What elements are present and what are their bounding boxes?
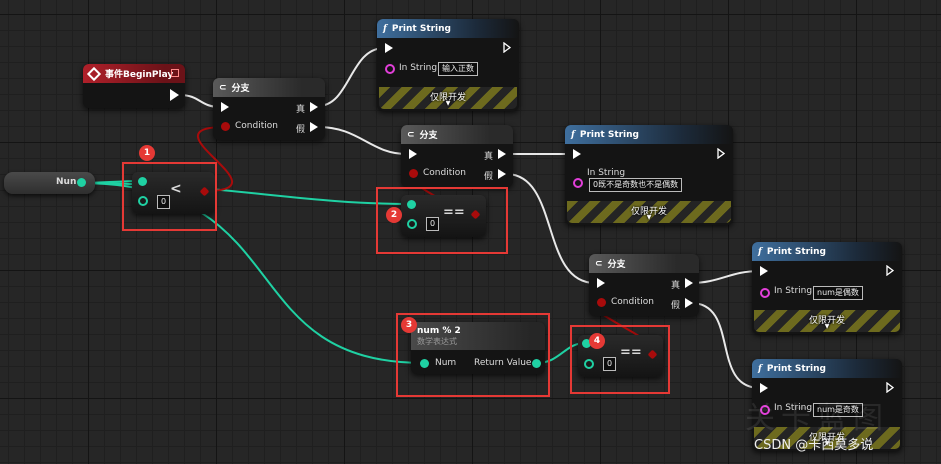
branch-false-out-pin[interactable] — [685, 298, 693, 308]
expand-arrow-icon[interactable]: ▼ — [379, 100, 517, 107]
branch-false-label: 假 — [296, 125, 306, 135]
branch-node-3[interactable]: ⊂ 分支 Condition 真 假 — [589, 254, 699, 316]
print-exec-out-pin[interactable] — [886, 265, 894, 276]
variable-nun-label: Nun — [56, 177, 77, 187]
print-exec-in-pin[interactable] — [760, 383, 768, 393]
function-icon: f — [758, 246, 762, 257]
branch-condition-label: Condition — [611, 297, 654, 307]
exec-wire — [317, 47, 385, 107]
print-string-node-1[interactable]: f Print String In String 输入正数 仅限开发 ▼ — [377, 19, 519, 111]
annotation-box-3 — [396, 313, 550, 397]
branch-true-label: 真 — [296, 105, 306, 115]
print-string-node-2[interactable]: f Print String In String 0既不是奇数也不是偶数 仅限开发… — [565, 125, 733, 225]
development-only-banner: 仅限开发 ▼ — [567, 201, 731, 223]
event-delegate-icon — [171, 69, 179, 77]
branch-icon: ⊂ — [595, 258, 603, 269]
annotation-box-4 — [570, 325, 670, 394]
branch-condition-label: Condition — [235, 121, 278, 131]
event-exec-out-pin[interactable] — [170, 89, 179, 101]
print-node-title: Print String — [766, 246, 826, 257]
branch-false-out-pin[interactable] — [498, 169, 506, 179]
development-only-banner: 仅限开发 ▼ — [379, 87, 517, 109]
function-icon: f — [571, 129, 575, 140]
branch-condition-label: Condition — [423, 168, 466, 178]
print-exec-out-pin[interactable] — [886, 382, 894, 393]
print-string-node-3[interactable]: f Print String In String num是偶数 仅限开发 ▼ — [752, 242, 902, 334]
branch-true-out-pin[interactable] — [498, 149, 506, 159]
branch-false-label: 假 — [484, 172, 494, 182]
print-string-pin[interactable] — [760, 288, 770, 298]
function-icon: f — [383, 23, 387, 34]
branch-node-title: 分支 — [231, 84, 250, 94]
branch-true-out-pin[interactable] — [685, 278, 693, 288]
branch-true-out-pin[interactable] — [310, 102, 318, 112]
function-icon: f — [758, 363, 762, 374]
print-string-pin[interactable] — [573, 178, 583, 188]
branch-icon: ⊂ — [407, 129, 415, 140]
blueprint-watermark: 关卡蓝图 — [745, 401, 889, 436]
print-node-title: Print String — [391, 23, 451, 34]
branch-false-label: 假 — [671, 301, 681, 311]
branch-icon: ⊂ — [219, 82, 227, 93]
expand-arrow-icon[interactable]: ▼ — [567, 214, 731, 221]
branch-exec-in-pin[interactable] — [409, 149, 417, 159]
annotation-box-1 — [122, 162, 217, 231]
print-in-string-label: In String — [587, 168, 626, 178]
exec-wire — [690, 302, 761, 389]
annotation-badge-2: 2 — [386, 207, 402, 223]
variable-nun-output-pin[interactable] — [77, 178, 86, 187]
annotation-badge-3: 3 — [401, 317, 417, 333]
print-exec-in-pin[interactable] — [573, 149, 581, 159]
print-node-title: Print String — [766, 363, 826, 374]
branch-condition-pin[interactable] — [597, 298, 606, 307]
branch-node-2[interactable]: ⊂ 分支 Condition 真 假 — [401, 125, 513, 187]
blueprint-graph-canvas[interactable]: Nun 事件BeginPlay ⊂ 分支 Condition 真 假 ⊂ 分支 Co… — [0, 0, 941, 464]
branch-true-label: 真 — [671, 281, 681, 291]
branch-node-title: 分支 — [607, 260, 626, 270]
csdn-credit: CSDN @卡西莫多说 — [754, 438, 874, 453]
print-string-input[interactable]: num是偶数 — [813, 286, 863, 300]
print-exec-out-pin[interactable] — [503, 42, 511, 53]
branch-true-label: 真 — [484, 152, 494, 162]
print-string-input[interactable]: 输入正数 — [438, 62, 478, 76]
branch-node-title: 分支 — [419, 131, 438, 141]
annotation-badge-1: 1 — [139, 145, 155, 161]
print-exec-in-pin[interactable] — [385, 43, 393, 53]
exec-wire — [690, 270, 761, 284]
expand-arrow-icon[interactable]: ▼ — [754, 323, 900, 330]
branch-exec-in-pin[interactable] — [221, 102, 229, 112]
branch-condition-pin[interactable] — [221, 122, 230, 131]
variable-nun-node[interactable]: Nun — [4, 172, 95, 194]
event-diamond-icon — [86, 66, 102, 81]
event-node-title: 事件BeginPlay — [105, 70, 174, 80]
event-beginplay-node[interactable]: 事件BeginPlay — [83, 64, 185, 108]
branch-condition-pin[interactable] — [409, 169, 418, 178]
exec-wire — [317, 126, 408, 155]
print-string-input[interactable]: 0既不是奇数也不是偶数 — [589, 178, 683, 192]
print-in-string-label: In String — [774, 286, 813, 296]
print-exec-in-pin[interactable] — [760, 266, 768, 276]
annotation-badge-4: 4 — [589, 333, 605, 349]
branch-node-1[interactable]: ⊂ 分支 Condition 真 假 — [213, 78, 325, 140]
print-node-title: Print String — [579, 129, 639, 140]
print-exec-out-pin[interactable] — [717, 148, 725, 159]
development-only-banner: 仅限开发 ▼ — [754, 310, 900, 332]
print-in-string-label: In String — [399, 63, 438, 73]
branch-false-out-pin[interactable] — [310, 122, 318, 132]
branch-exec-in-pin[interactable] — [597, 278, 605, 288]
print-string-pin[interactable] — [385, 64, 395, 74]
